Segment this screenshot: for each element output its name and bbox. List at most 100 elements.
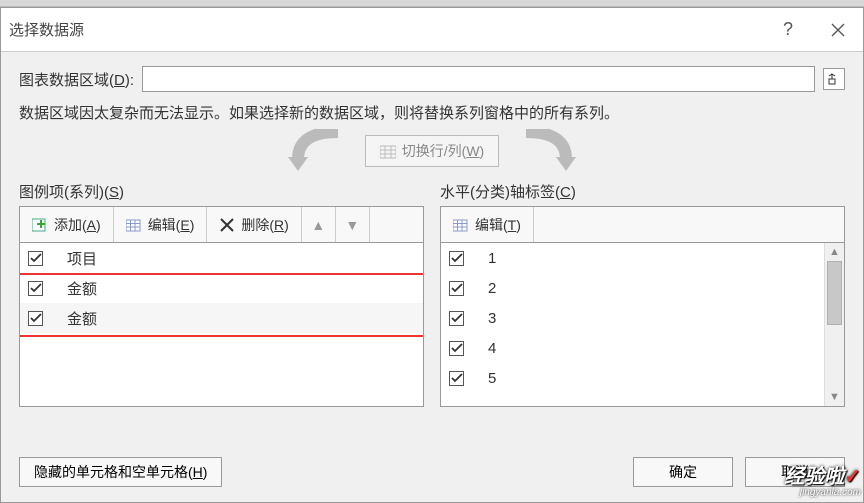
curved-arrow-right-icon <box>511 129 581 173</box>
range-label-hotkey: D <box>114 72 125 89</box>
range-picker-icon <box>828 73 840 85</box>
chevron-up-icon: ▲ <box>829 246 840 258</box>
ok-label: 确定 <box>669 462 697 482</box>
add-label: 添加(A) <box>54 215 101 235</box>
scroll-thumb[interactable] <box>827 261 842 325</box>
check-icon <box>30 283 42 293</box>
edit-axis-button[interactable]: 编辑(T) <box>441 207 534 242</box>
series-row[interactable]: 金额 <box>20 303 423 333</box>
cancel-button[interactable]: 取消 <box>745 457 845 487</box>
switch-row-col-button[interactable]: 切换行/列(W) <box>365 135 499 167</box>
move-down-button[interactable]: ▼ <box>336 207 370 242</box>
toolbar-spacer <box>534 207 844 242</box>
scroll-down-button[interactable]: ▼ <box>825 388 844 406</box>
switch-label: 切换行/列(W) <box>402 141 484 161</box>
axis-row[interactable]: 1 <box>441 243 824 273</box>
axis-row[interactable]: 5 <box>441 363 824 393</box>
checkbox[interactable] <box>28 311 43 326</box>
edit-series-button[interactable]: 编辑(E) <box>114 207 208 242</box>
dialog-body: 图表数据区域(D): 数据区域因太复杂而无法显示。如果选择新的数据区域，则将替换… <box>1 52 863 407</box>
switch-hotkey: W <box>466 143 479 159</box>
select-data-dialog: 选择数据源 ? 图表数据区域(D): 数据区域因太复杂而无法显示。如果选择新的数… <box>0 7 864 503</box>
move-up-button[interactable]: ▲ <box>302 207 336 242</box>
curved-arrow-left-icon <box>283 129 353 173</box>
axis-row[interactable]: 3 <box>441 303 824 333</box>
legend-header-prefix: 图例项(系列)( <box>19 184 109 201</box>
checkbox[interactable] <box>449 311 464 326</box>
chevron-down-icon: ▼ <box>829 391 840 403</box>
edit-l-prefix: 编辑( <box>148 217 181 233</box>
scrollbar[interactable]: ▲ ▼ <box>824 243 844 406</box>
check-icon <box>451 313 463 323</box>
remove-label: 删除(R) <box>241 215 288 235</box>
remove-icon <box>219 217 235 233</box>
range-label: 图表数据区域(D): <box>19 69 134 90</box>
check-icon <box>30 313 42 323</box>
triangle-up-icon: ▲ <box>311 217 325 233</box>
switch-suffix: ) <box>480 143 485 159</box>
cancel-label: 取消 <box>781 462 809 482</box>
series-row[interactable]: 项目 <box>20 243 423 273</box>
legend-header: 图例项(系列)(S) <box>19 181 424 202</box>
add-series-button[interactable]: 添加(A) <box>20 207 114 242</box>
checkbox[interactable] <box>28 251 43 266</box>
check-icon <box>451 343 463 353</box>
switch-prefix: 切换行/列( <box>402 143 467 159</box>
check-icon <box>451 253 463 263</box>
axis-label: 5 <box>488 370 496 387</box>
axis-label: 4 <box>488 340 496 357</box>
checkbox[interactable] <box>449 251 464 266</box>
series-listbox[interactable]: 项目 金额 金额 <box>19 242 424 407</box>
axis-listbox[interactable]: 1 2 3 4 <box>440 242 845 407</box>
add-hotkey: A <box>87 217 96 233</box>
check-icon <box>30 253 42 263</box>
remove-prefix: 删除( <box>241 217 274 233</box>
edit-l-suffix: ) <box>190 217 195 233</box>
hidden-hotkey: H <box>193 464 203 480</box>
ok-button[interactable]: 确定 <box>633 457 733 487</box>
axis-label: 3 <box>488 310 496 327</box>
ribbon-fragment <box>0 0 864 7</box>
switch-icon <box>380 143 396 159</box>
range-input[interactable] <box>142 66 815 92</box>
axis-label: 1 <box>488 250 496 267</box>
axis-row[interactable]: 4 <box>441 333 824 363</box>
hidden-suffix: ) <box>203 464 208 480</box>
hidden-label: 隐藏的单元格和空单元格(H) <box>34 462 207 482</box>
checkbox[interactable] <box>449 281 464 296</box>
checkbox[interactable] <box>449 371 464 386</box>
series-label: 金额 <box>67 278 97 299</box>
axis-header: 水平(分类)轴标签(C) <box>440 181 845 202</box>
check-icon <box>451 283 463 293</box>
edit-axis-label: 编辑(T) <box>475 215 521 235</box>
legend-series-panel: 图例项(系列)(S) 添加(A) 编辑(E) 删除(R) ▲ <box>19 181 424 407</box>
hidden-cells-button[interactable]: 隐藏的单元格和空单元格(H) <box>19 457 222 487</box>
hidden-prefix: 隐藏的单元格和空单元格( <box>34 464 193 480</box>
legend-header-suffix: ) <box>119 184 124 201</box>
series-label: 金额 <box>67 308 97 329</box>
columns: 图例项(系列)(S) 添加(A) 编辑(E) 删除(R) ▲ <box>19 181 845 407</box>
axis-toolbar: 编辑(T) <box>440 206 845 242</box>
checkbox[interactable] <box>449 341 464 356</box>
edit-label: 编辑(E) <box>148 215 195 235</box>
edit-icon <box>126 217 142 233</box>
series-row[interactable]: 金额 <box>20 273 423 303</box>
titlebar: 选择数据源 ? <box>1 8 863 52</box>
remove-series-button[interactable]: 删除(R) <box>207 207 301 242</box>
remove-suffix: ) <box>284 217 289 233</box>
edit-l-hotkey: E <box>180 217 189 233</box>
edit-r-hotkey: T <box>508 217 517 233</box>
edit-r-prefix: 编辑( <box>475 217 508 233</box>
range-label-suffix: ): <box>125 72 134 89</box>
scroll-up-button[interactable]: ▲ <box>825 243 844 261</box>
checkbox[interactable] <box>28 281 43 296</box>
axis-label: 2 <box>488 280 496 297</box>
dialog-footer: 隐藏的单元格和空单元格(H) 确定 取消 <box>1 442 863 502</box>
range-label-prefix: 图表数据区域( <box>19 72 114 89</box>
axis-row[interactable]: 2 <box>441 273 824 303</box>
triangle-down-icon: ▼ <box>345 217 359 233</box>
range-picker-button[interactable] <box>823 68 845 90</box>
help-button[interactable]: ? <box>763 8 813 52</box>
close-button[interactable] <box>813 8 863 52</box>
add-suffix: ) <box>96 217 101 233</box>
